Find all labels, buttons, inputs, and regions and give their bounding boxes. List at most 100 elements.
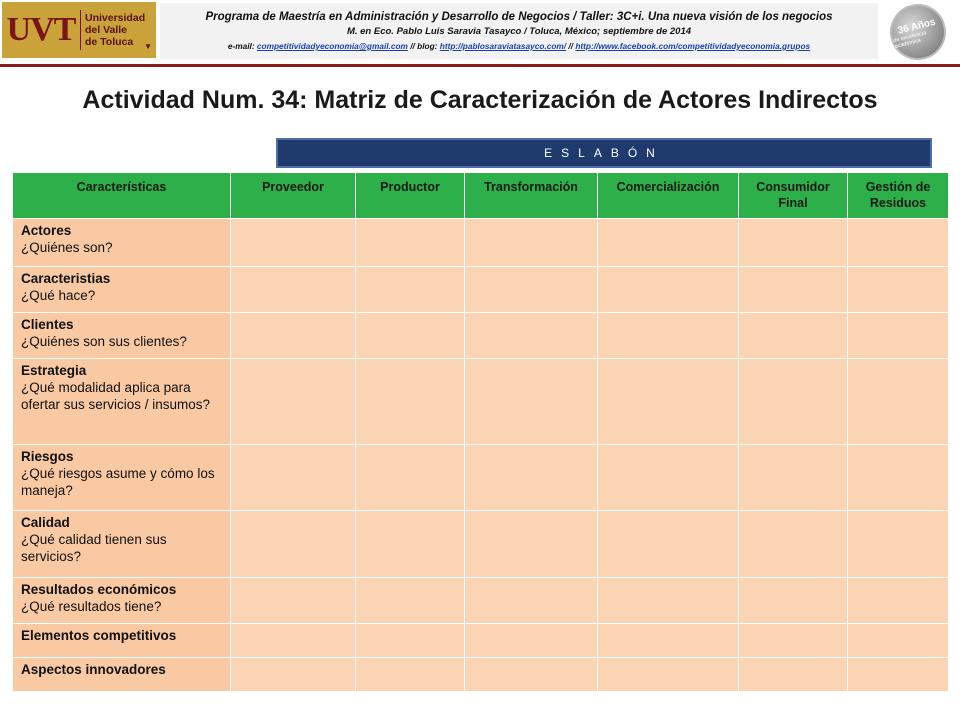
matrix-cell[interactable]	[230, 312, 356, 359]
row-question: ¿Qué hace?	[21, 288, 96, 303]
program-title: Programa de Maestría en Administración y…	[205, 11, 833, 23]
matrix-cell[interactable]	[464, 623, 598, 658]
row-title: Calidad	[21, 515, 70, 530]
column-header: Proveedor	[230, 172, 356, 219]
email-link[interactable]: competitividadyeconomia@gmail.com	[257, 41, 408, 51]
matrix-cell[interactable]	[464, 657, 598, 692]
matrix-cell[interactable]	[738, 358, 848, 445]
matrix-cell[interactable]	[847, 623, 949, 658]
matrix-cell[interactable]	[738, 510, 848, 578]
matrix-cell[interactable]	[738, 266, 848, 313]
matrix-cell[interactable]	[464, 218, 598, 267]
matrix-cell[interactable]	[597, 657, 739, 692]
matrix-cell[interactable]	[738, 312, 848, 359]
table-row: Resultados económicos ¿Qué resultados tie…	[12, 577, 949, 624]
matrix-cell[interactable]	[464, 444, 598, 511]
matrix-cell[interactable]	[738, 657, 848, 692]
table-row: Calidad ¿Qué calidad tienen sus servicios…	[12, 510, 949, 578]
matrix-cell[interactable]	[355, 657, 465, 692]
row-title: Resultados económicos	[21, 582, 177, 597]
matrix-cell[interactable]	[847, 358, 949, 445]
column-header: Consumidor Final	[738, 172, 848, 219]
matrix-cell[interactable]	[847, 577, 949, 624]
table-row: Caracteristias ¿Qué hace?	[12, 266, 949, 313]
matrix-cell[interactable]	[230, 266, 356, 313]
university-name-line: de Toluca	[85, 36, 134, 48]
matrix-cell[interactable]	[355, 312, 465, 359]
matrix-cell[interactable]	[464, 266, 598, 313]
matrix-cell[interactable]	[230, 657, 356, 692]
matrix-cell[interactable]	[230, 358, 356, 445]
column-header: Comercialización	[597, 172, 739, 219]
matrix-cell[interactable]	[230, 623, 356, 658]
matrix-cell[interactable]	[738, 444, 848, 511]
university-name: Universidad del Valle de Toluca	[85, 12, 145, 48]
matrix-cell[interactable]	[355, 444, 465, 511]
email-label: e-mail:	[227, 41, 257, 51]
row-header: Riesgos ¿Qué riesgos asume y cómo los man…	[12, 444, 231, 511]
row-header: Elementos competitivos	[12, 623, 231, 658]
matrix-cell[interactable]	[230, 510, 356, 578]
matrix-cell[interactable]	[597, 358, 739, 445]
matrix-cell[interactable]	[847, 510, 949, 578]
row-question: ¿Qué modalidad aplica para ofertar sus s…	[21, 380, 211, 412]
matrix-cell[interactable]	[355, 358, 465, 445]
matrix-cell[interactable]	[464, 510, 598, 578]
matrix-cell[interactable]	[597, 312, 739, 359]
matrix-cell[interactable]	[597, 623, 739, 658]
matrix-cell[interactable]	[355, 218, 465, 267]
row-question: ¿Quiénes son?	[21, 240, 113, 255]
matrix-cell[interactable]	[464, 312, 598, 359]
table-row: Aspectos innovadores	[12, 657, 949, 692]
matrix-cell[interactable]	[738, 577, 848, 624]
matrix-cell[interactable]	[230, 218, 356, 267]
matrix-cell[interactable]	[597, 218, 739, 267]
row-header: Caracteristias ¿Qué hace?	[12, 266, 231, 313]
table-row: Estrategia ¿Qué modalidad aplica para ofe…	[12, 358, 949, 445]
matrix-cell[interactable]	[355, 577, 465, 624]
matrix-cell[interactable]	[847, 444, 949, 511]
matrix-cell[interactable]	[355, 623, 465, 658]
column-header: Transformación	[464, 172, 598, 219]
matrix-cell[interactable]	[738, 218, 848, 267]
matrix-cell[interactable]	[230, 444, 356, 511]
matrix-cell[interactable]	[738, 623, 848, 658]
matrix-cell[interactable]	[230, 577, 356, 624]
row-header: Actores ¿Quiénes son?	[12, 218, 231, 267]
matrix-cell[interactable]	[464, 577, 598, 624]
blog-link[interactable]: http://pablosaraviatasayco.com/	[440, 41, 566, 51]
row-question: ¿Quiénes son sus clientes?	[21, 334, 187, 349]
matrix-cell[interactable]	[847, 218, 949, 267]
matrix-cell[interactable]	[464, 358, 598, 445]
actors-matrix: Características Proveedor Productor Tran…	[12, 172, 949, 692]
uvt-logo[interactable]: UVT Universidad del Valle de Toluca ▼	[2, 2, 156, 58]
row-question: ¿Qué resultados tiene?	[21, 599, 162, 614]
program-info: Programa de Maestría en Administración y…	[160, 3, 878, 59]
row-title: Aspectos innovadores	[21, 662, 166, 677]
row-question: ¿Qué calidad tienen sus servicios?	[21, 532, 167, 564]
matrix-cell[interactable]	[847, 266, 949, 313]
matrix-cell[interactable]	[597, 510, 739, 578]
row-title: Caracteristias	[21, 271, 111, 286]
matrix-cell[interactable]	[597, 444, 739, 511]
page-title: Actividad Num. 34: Matriz de Caracteriza…	[82, 86, 878, 114]
matrix-cell[interactable]	[847, 657, 949, 692]
row-header: Resultados económicos ¿Qué resultados tie…	[12, 577, 231, 624]
eslabon-banner: ESLABÓN	[276, 138, 932, 168]
row-header: Clientes ¿Quiénes son sus clientes?	[12, 312, 231, 359]
matrix-cell[interactable]	[597, 577, 739, 624]
column-header: Productor	[355, 172, 465, 219]
matrix-cell[interactable]	[597, 266, 739, 313]
matrix-cell[interactable]	[847, 312, 949, 359]
matrix-cell[interactable]	[355, 510, 465, 578]
header-divider	[0, 64, 960, 67]
row-question: ¿Qué riesgos asume y cómo los maneja?	[21, 466, 215, 498]
matrix-cell[interactable]	[355, 266, 465, 313]
table-row: Actores ¿Quiénes son?	[12, 218, 949, 267]
slide-header: UVT Universidad del Valle de Toluca ▼ Pr…	[0, 0, 960, 66]
row-title: Estrategia	[21, 363, 87, 378]
matrix-header-row: Características Proveedor Productor Tran…	[12, 172, 949, 219]
column-header: Características	[12, 172, 231, 219]
university-name-line: Universidad	[85, 12, 146, 24]
facebook-link[interactable]: http://www.facebook.com/competitividadye…	[575, 41, 810, 51]
